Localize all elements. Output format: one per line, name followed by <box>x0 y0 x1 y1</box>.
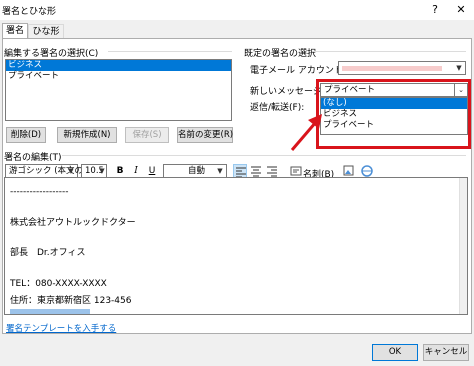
title-bar: 署名とひな形 ? ✕ <box>0 0 474 20</box>
font-color-value: 自動 <box>187 166 205 176</box>
align-center-icon[interactable] <box>249 164 263 178</box>
signature-line: 株式会社アウトルックドクター <box>10 218 136 228</box>
chevron-down-icon: ▼ <box>99 167 105 175</box>
group-divider <box>108 51 232 52</box>
signature-editor[interactable]: ------------------ 株式会社アウトルックドクター 部長 Dr.… <box>4 177 468 315</box>
email-account-dropdown[interactable]: ▼ <box>338 61 466 75</box>
signature-line: 部長 Dr.オフィス <box>10 248 86 258</box>
font-color-dropdown[interactable]: 自動 ▼ <box>163 164 227 178</box>
tab-signature[interactable]: 署名 <box>2 23 28 39</box>
editor-scrollbar[interactable] <box>459 178 467 314</box>
cancel-button[interactable]: キャンセル <box>423 344 469 361</box>
close-button[interactable]: ✕ <box>452 2 470 18</box>
align-right-icon[interactable] <box>265 164 279 178</box>
chevron-down-icon: ▼ <box>456 64 462 72</box>
redacted-account <box>342 66 442 71</box>
partially-hidden-line <box>10 309 90 314</box>
insert-picture-icon[interactable] <box>342 164 356 178</box>
list-item[interactable]: ビジネス <box>6 60 231 71</box>
help-button[interactable]: ? <box>426 2 444 18</box>
font-size-dropdown[interactable]: 10.5 ▼ <box>81 164 107 178</box>
insert-hyperlink-icon[interactable] <box>360 164 374 178</box>
get-templates-link[interactable]: 署名テンプレートを入手する <box>6 322 116 334</box>
rename-button[interactable]: 名前の変更(R) <box>177 127 233 143</box>
chevron-down-icon: ▼ <box>68 167 74 175</box>
new-button[interactable]: 新規作成(N) <box>57 127 117 143</box>
business-card-icon <box>290 166 302 176</box>
ok-button[interactable]: OK <box>372 344 418 361</box>
signature-line: TEL：080-XXXX-XXXX <box>10 279 107 289</box>
edit-signature-label: 編集する署名の選択(C) <box>4 49 99 59</box>
chevron-down-icon: ▼ <box>217 167 223 175</box>
window-title: 署名とひな形 <box>2 7 57 17</box>
group-divider <box>62 155 466 156</box>
signature-line: ------------------ <box>10 187 69 197</box>
save-button[interactable]: 保存(S) <box>125 127 169 143</box>
signature-line: 住所：東京都新宿区 123-456 <box>10 296 132 306</box>
delete-button[interactable]: 削除(D) <box>6 127 46 143</box>
highlight-frame <box>316 79 471 149</box>
underline-button[interactable]: U <box>145 164 159 178</box>
signature-edit-label: 署名の編集(T) <box>4 153 62 163</box>
list-item[interactable]: プライベート <box>6 71 231 82</box>
italic-button[interactable]: I <box>129 164 143 178</box>
font-dropdown[interactable]: 游ゴシック (本文の ▼ <box>5 164 83 178</box>
bold-button[interactable]: B <box>113 164 127 178</box>
annotation-arrow-icon <box>290 114 322 151</box>
signature-listbox[interactable]: ビジネス プライベート <box>5 59 232 121</box>
align-left-icon[interactable] <box>233 164 247 178</box>
default-signature-label: 既定の署名の選択 <box>244 49 317 59</box>
group-divider <box>312 51 466 52</box>
